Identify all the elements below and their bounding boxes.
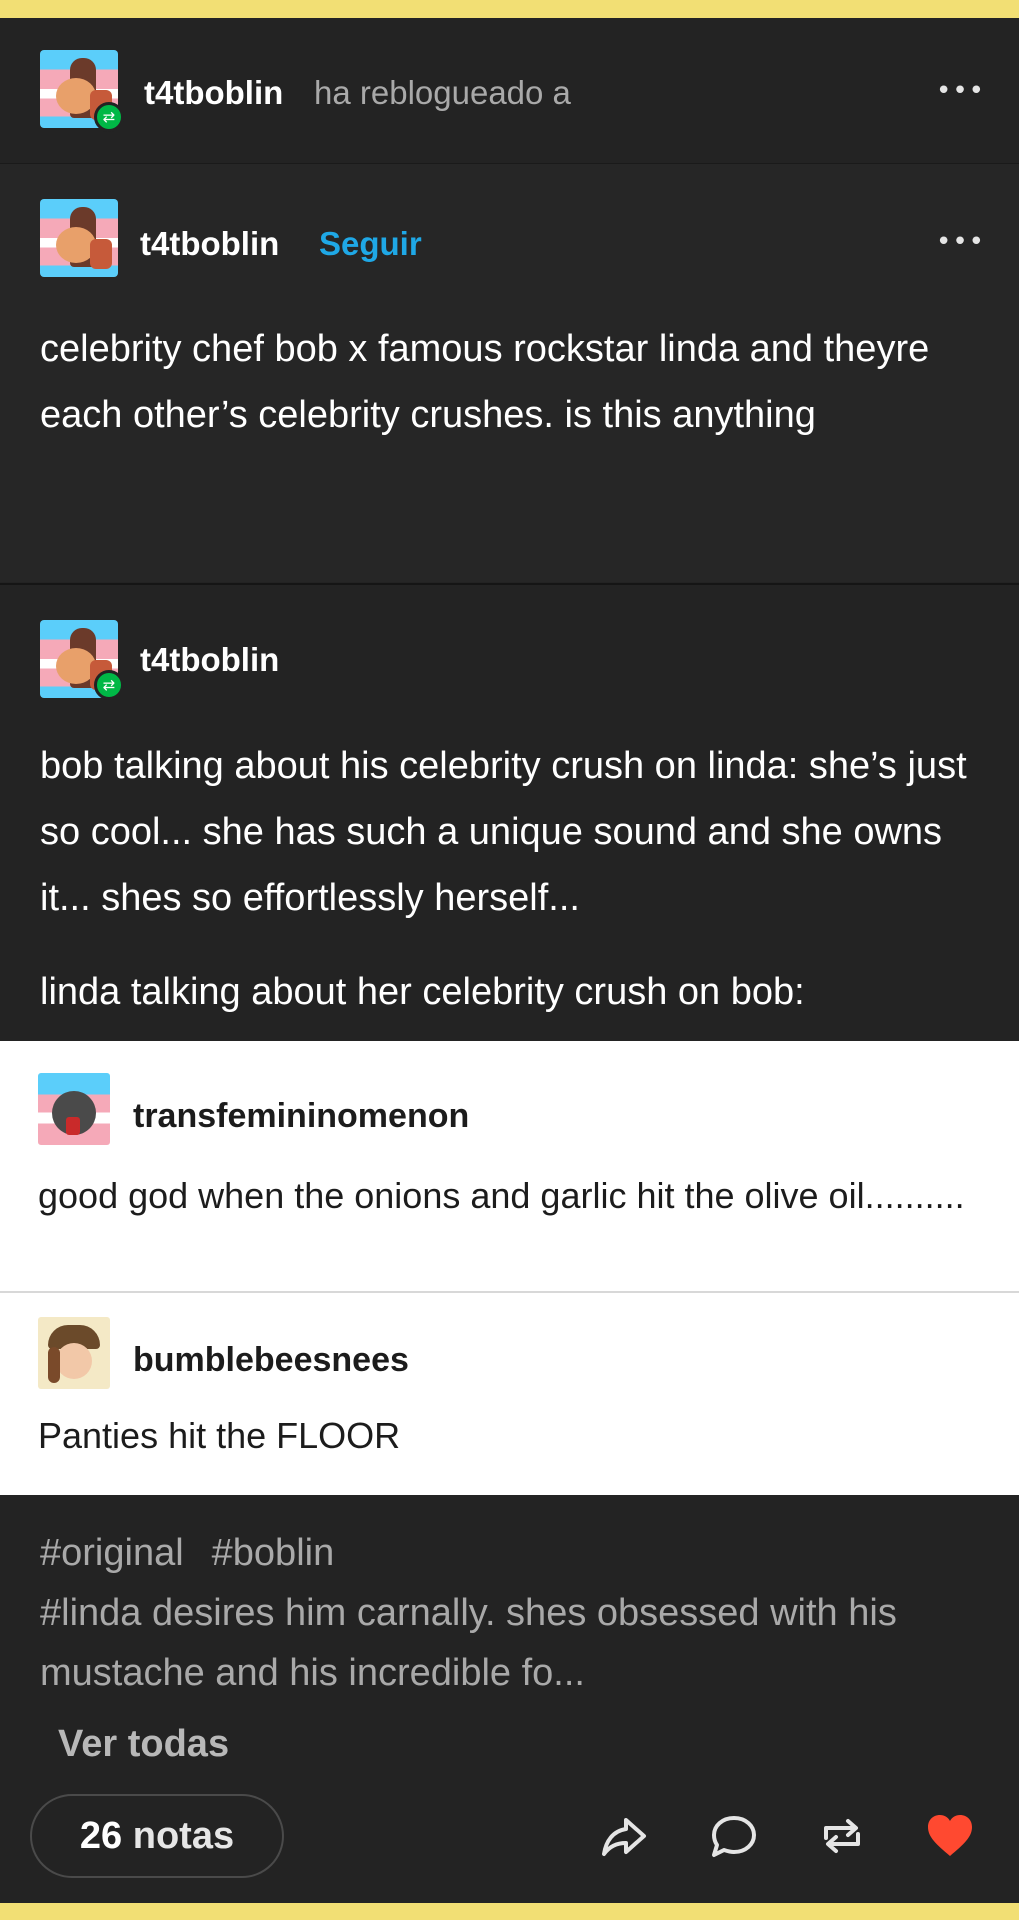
quoted-avatar bbox=[38, 1073, 110, 1145]
tag-linda[interactable]: #linda desires him carnally. shes obsess… bbox=[40, 1583, 990, 1703]
quoted-text: good god when the onions and garlic hit … bbox=[38, 1175, 965, 1216]
quoted-post: bumblebeesnees Panties hit the FLOOR bbox=[0, 1293, 1019, 1495]
quoted-text: Panties hit the FLOOR bbox=[38, 1415, 401, 1456]
comment-icon[interactable] bbox=[708, 1810, 760, 1862]
heart-icon[interactable] bbox=[924, 1810, 976, 1862]
reblog-author-username[interactable]: t4tboblin bbox=[140, 641, 279, 679]
more-options-icon[interactable]: ••• bbox=[936, 76, 985, 106]
notes-label: notas bbox=[132, 1815, 235, 1857]
bottom-frame-strip bbox=[0, 1903, 1019, 1920]
share-icon[interactable] bbox=[598, 1810, 650, 1862]
notes-button[interactable]: 26 notas bbox=[30, 1794, 284, 1878]
original-post: t4tboblin Seguir ••• celebrity chef bob … bbox=[0, 163, 1019, 582]
quoted-post: transfemininomenon good god when the oni… bbox=[0, 1041, 1019, 1291]
reblog-badge-icon: ⇄ bbox=[94, 102, 124, 132]
notes-count: 26 bbox=[79, 1815, 123, 1857]
reblog-badge-icon: ⇄ bbox=[94, 670, 124, 700]
see-all-tags-button[interactable]: Ver todas bbox=[58, 1723, 229, 1766]
follow-button[interactable]: Seguir bbox=[319, 225, 422, 263]
reblog-content: ⇄ t4tboblin bob talking about his celebr… bbox=[0, 583, 1019, 1061]
post-card: ⇄ t4tboblin ha reblogueado a ••• t4tbobl… bbox=[0, 18, 1019, 1903]
quoted-avatar bbox=[38, 1317, 110, 1389]
post-more-options-icon[interactable]: ••• bbox=[936, 227, 985, 257]
tags: #original #boblin #linda desires him carn… bbox=[40, 1523, 990, 1703]
tag-original[interactable]: #original bbox=[40, 1532, 184, 1574]
original-author-username[interactable]: t4tboblin bbox=[140, 225, 279, 263]
reblog-action-text: ha reblogueado a bbox=[314, 74, 571, 111]
quoted-username: bumblebeesnees bbox=[133, 1341, 409, 1379]
tag-boblin[interactable]: #boblin bbox=[212, 1532, 335, 1574]
reblogger-username[interactable]: t4tboblin bbox=[144, 74, 283, 112]
reblog-paragraph-1: bob talking about his celebrity crush on… bbox=[40, 745, 967, 919]
reblog-header: ⇄ t4tboblin ha reblogueado a ••• bbox=[0, 18, 1019, 163]
reblog-icon[interactable] bbox=[816, 1810, 868, 1862]
original-author-avatar[interactable] bbox=[40, 199, 118, 277]
top-frame-strip bbox=[0, 0, 1019, 18]
quoted-username: transfemininomenon bbox=[133, 1097, 470, 1135]
reblog-paragraph-2: linda talking about her celebrity crush … bbox=[40, 971, 805, 1013]
original-post-text: celebrity chef bob x famous rockstar lin… bbox=[40, 328, 930, 436]
